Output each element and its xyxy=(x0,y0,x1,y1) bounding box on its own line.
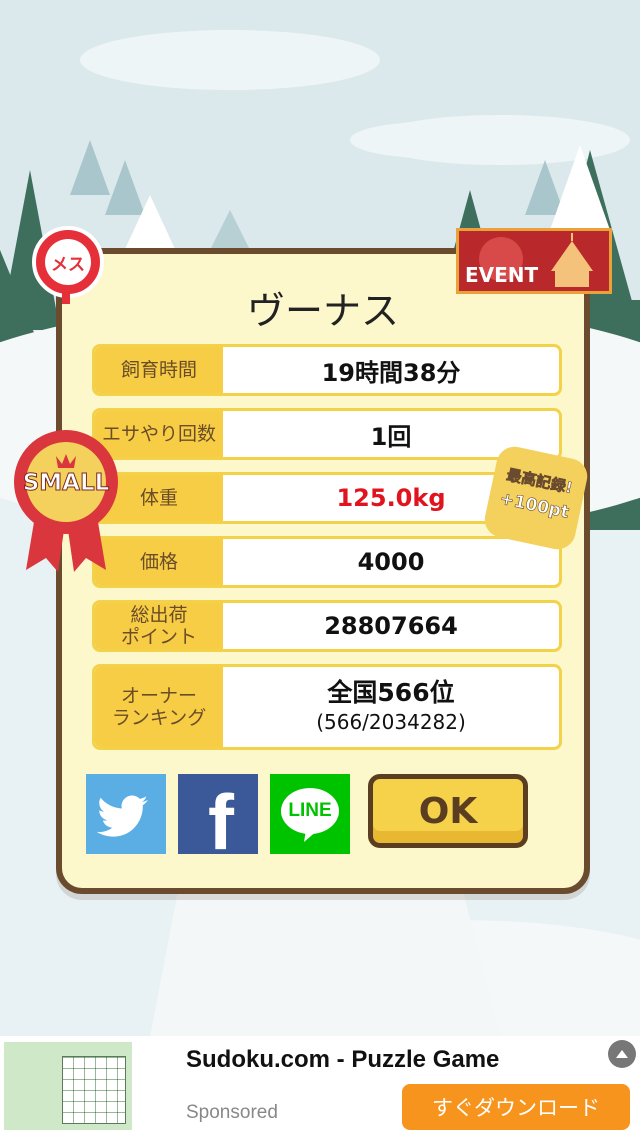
ranking-value: 全国566位 (566/2034282) xyxy=(223,667,559,747)
stat-label: オーナー ランキング xyxy=(95,667,223,747)
ad-download-button[interactable]: すぐダウンロード xyxy=(402,1084,630,1130)
facebook-share-button[interactable]: f xyxy=(178,774,258,862)
stat-row-owner-ranking: オーナー ランキング 全国566位 (566/2034282) xyxy=(92,664,562,750)
event-badge: EVENT xyxy=(456,228,612,294)
small-label: SMALL xyxy=(22,470,110,497)
stat-label: 総出荷 ポイント xyxy=(95,603,223,649)
record-badge: 最高記録! +100pt xyxy=(481,443,591,553)
ranking-sub: (566/2034282) xyxy=(316,710,466,734)
line-share-button[interactable]: LINE xyxy=(270,774,350,854)
stat-label: 飼育時間 xyxy=(95,347,223,393)
line-label: LINE xyxy=(288,800,332,821)
ribbon-icon xyxy=(14,430,118,572)
stat-row-total-points: 総出荷 ポイント 28807664 xyxy=(92,600,562,652)
stat-row-rearing-time: 飼育時間 19時間38分 xyxy=(92,344,562,396)
ad-title: Sudoku.com - Puzzle Game xyxy=(186,1046,500,1073)
ad-info-icon[interactable] xyxy=(608,1040,636,1068)
twitter-bird-icon xyxy=(96,795,148,837)
result-dialog: ヴーナス 飼育時間 19時間38分 エサやり回数 1回 体重 125.0kg 価… xyxy=(56,248,590,894)
ad-banner[interactable]: Sudoku.com - Puzzle Game Sponsored すぐダウン… xyxy=(0,1036,640,1136)
ad-thumbnail-image xyxy=(4,1042,176,1130)
stat-value: 19時間38分 xyxy=(321,358,461,387)
ad-choices-icon xyxy=(616,1050,628,1058)
female-symbol-stem xyxy=(62,290,70,304)
small-size-ribbon: SMALL xyxy=(10,424,122,574)
facebook-f-icon: f xyxy=(208,778,234,866)
stat-value: 4000 xyxy=(357,548,425,576)
stat-value: 28807664 xyxy=(324,612,458,640)
ad-phone-preview xyxy=(132,1042,176,1130)
ok-button[interactable]: OK xyxy=(368,774,528,848)
female-badge: メス xyxy=(32,226,104,298)
twitter-share-button[interactable] xyxy=(86,774,166,854)
ad-sponsored-label: Sponsored xyxy=(186,1102,278,1123)
female-badge-label: メス xyxy=(45,239,91,285)
event-label: EVENT xyxy=(465,263,539,287)
stat-row-feed-count: エサやり回数 1回 xyxy=(92,408,562,460)
ranking-main: 全国566位 xyxy=(327,678,455,707)
stat-row-price: 価格 4000 xyxy=(92,536,562,588)
sudoku-grid-icon xyxy=(62,1056,126,1124)
